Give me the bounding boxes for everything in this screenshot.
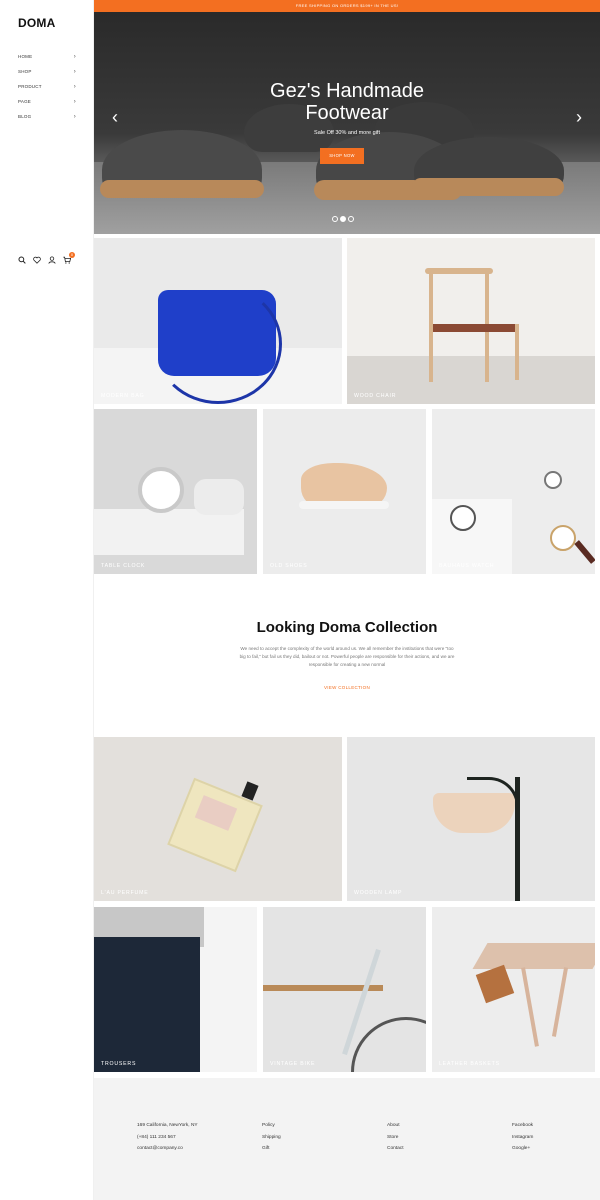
basket-image — [475, 964, 515, 1004]
nav-item-blog[interactable]: BLOG › — [18, 109, 76, 124]
product-tile-trousers[interactable]: TROUSERS — [94, 907, 257, 1072]
hero-title: Gez's Handmade Footwear — [94, 80, 600, 124]
watch-image — [450, 505, 476, 531]
nav-label: HOME — [18, 54, 33, 59]
footer-link-gift[interactable]: Gift — [262, 1146, 281, 1158]
footer-link-about[interactable]: About — [387, 1123, 404, 1135]
table-leg — [521, 967, 539, 1047]
nav-label: SHOP — [18, 69, 32, 74]
slider-dot[interactable] — [332, 216, 338, 222]
footer-link-instagram[interactable]: Instagram — [512, 1135, 533, 1147]
slipper-sole — [100, 180, 264, 198]
logo[interactable]: DOMA — [18, 16, 55, 30]
search-icon[interactable] — [18, 256, 26, 264]
nav-label: PRODUCT — [18, 84, 42, 89]
footer-link-store[interactable]: Store — [387, 1135, 404, 1147]
cart-button[interactable]: 0 — [63, 252, 75, 264]
shoe-image — [299, 501, 389, 509]
tile-label: WOODEN LAMP — [354, 890, 403, 896]
sidebar: DOMA HOME › SHOP › PRODUCT › PAGE › BLOG › 0 — [0, 0, 94, 1200]
watch-image — [550, 525, 576, 551]
chevron-right-icon: › — [73, 53, 76, 60]
product-tile-bauhaus-watch[interactable]: BAUHAUS WATCH — [432, 409, 595, 574]
nav-label: PAGE — [18, 99, 31, 104]
footer-social: Facebook Instagram Google+ — [512, 1123, 533, 1158]
product-tile-perfume[interactable]: L'AU PERFUME — [94, 737, 342, 901]
chevron-right-icon: › — [73, 83, 76, 90]
tile-label: TROUSERS — [101, 1061, 137, 1067]
announcement-bar: FREE SHIPPING ON ORDERS $199+ IN THE US! — [94, 0, 600, 12]
footer-link-contact[interactable]: Contact — [387, 1146, 404, 1158]
clock-image — [194, 479, 244, 515]
footer-link-policy[interactable]: Policy — [262, 1123, 281, 1135]
hero-slider: Gez's Handmade Footwear Sale Off 30% and… — [94, 12, 600, 234]
footer-link-googleplus[interactable]: Google+ — [512, 1146, 533, 1158]
lamp-arm — [467, 777, 519, 817]
tile-label: VINTAGE BIKE — [270, 1061, 316, 1067]
main-nav: HOME › SHOP › PRODUCT › PAGE › BLOG › — [18, 49, 76, 124]
hero-subtitle: Sale Off 30% and more gift — [314, 130, 380, 136]
prev-slide-icon[interactable]: ‹ — [112, 107, 118, 128]
clock-image — [94, 509, 244, 555]
nav-item-home[interactable]: HOME › — [18, 49, 76, 64]
tile-label: LEATHER BASKETS — [439, 1061, 500, 1067]
clock-image — [138, 467, 184, 513]
slipper-sole — [412, 178, 564, 196]
view-collection-link[interactable]: VIEW COLLECTION — [94, 685, 600, 690]
footer-email[interactable]: contact@company.co — [137, 1146, 198, 1158]
tile-label: TABLE CLOCK — [101, 563, 146, 569]
bag-strap — [154, 284, 282, 404]
product-tile-table-clock[interactable]: TABLE CLOCK — [94, 409, 257, 574]
product-tile-wood-chair[interactable]: WOOD CHAIR — [347, 238, 595, 404]
tile-label: BAUHAUS WATCH — [439, 563, 495, 569]
slider-dots — [332, 216, 354, 222]
footer-link-shipping[interactable]: Shipping — [262, 1135, 281, 1147]
slider-dot[interactable] — [340, 216, 346, 222]
footer-contact: 169 California, NewYork, NY (+84) 111 23… — [137, 1123, 198, 1158]
header-icons: 0 — [18, 252, 75, 264]
chevron-right-icon: › — [73, 68, 76, 75]
cart-count-badge: 0 — [69, 252, 75, 258]
table-image — [472, 943, 595, 969]
tile-label: OLD SHOES — [270, 563, 308, 569]
tile-label: MODERN BAG — [101, 393, 145, 399]
collection-title: Looking Doma Collection — [256, 619, 438, 636]
trousers-image — [94, 937, 200, 1072]
table-leg — [551, 967, 569, 1037]
watch-strap — [574, 540, 595, 564]
watch-image — [544, 471, 562, 489]
user-icon[interactable] — [48, 256, 56, 264]
nav-item-product[interactable]: PRODUCT › — [18, 79, 76, 94]
footer-policies: Policy Shipping Gift — [262, 1123, 281, 1158]
shop-now-button[interactable]: SHOP NOW — [320, 148, 364, 164]
footer: 169 California, NewYork, NY (+84) 111 23… — [94, 1078, 600, 1200]
chevron-right-icon: › — [73, 98, 76, 105]
chair-image — [515, 324, 519, 380]
nav-item-page[interactable]: PAGE › — [18, 94, 76, 109]
chair-image — [433, 324, 519, 332]
product-tile-leather-baskets[interactable]: LEATHER BASKETS — [432, 907, 595, 1072]
footer-phone[interactable]: (+84) 111 234 567 — [137, 1135, 198, 1147]
tile-label: L'AU PERFUME — [101, 890, 149, 896]
product-tile-old-shoes[interactable]: OLD SHOES — [263, 409, 426, 574]
bike-wheel — [351, 1017, 426, 1072]
chair-image — [425, 268, 493, 274]
footer-company: About Store Contact — [387, 1123, 404, 1158]
hero-title-line: Gez's Handmade — [270, 80, 424, 102]
chevron-right-icon: › — [73, 113, 76, 120]
collection-text: We need to accept the complexity of the … — [239, 646, 455, 667]
product-tile-vintage-bike[interactable]: VINTAGE BIKE — [263, 907, 426, 1072]
product-tile-modern-bag[interactable]: MODERN BAG — [94, 238, 342, 404]
nav-label: BLOG — [18, 114, 32, 119]
footer-link-facebook[interactable]: Facebook — [512, 1123, 533, 1135]
product-tile-wooden-lamp[interactable]: WOODEN LAMP — [347, 737, 595, 901]
hero-title-line: Footwear — [305, 102, 389, 124]
footer-address: 169 California, NewYork, NY — [137, 1123, 198, 1128]
nav-item-shop[interactable]: SHOP › — [18, 64, 76, 79]
heart-icon[interactable] — [33, 256, 41, 264]
slider-dot[interactable] — [348, 216, 354, 222]
collection-section: Looking Doma Collection We need to accep… — [94, 575, 600, 735]
next-slide-icon[interactable]: › — [576, 107, 582, 128]
tile-label: WOOD CHAIR — [354, 393, 397, 399]
